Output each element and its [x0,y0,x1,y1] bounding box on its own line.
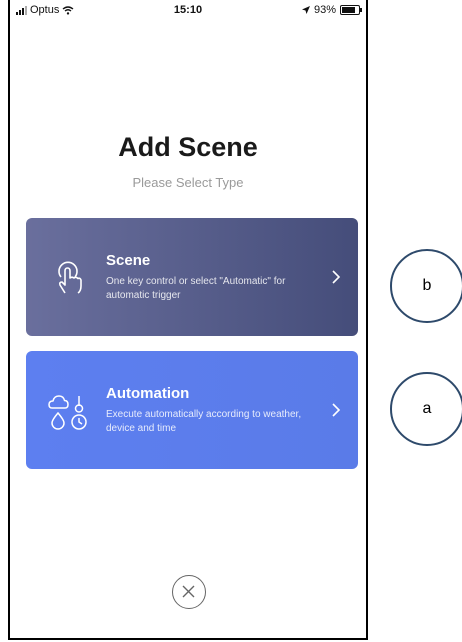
battery-percent: 93% [313,4,336,16]
annotation-label-b: b [422,277,432,294]
annotation-label-a: a [422,400,432,417]
close-icon [182,585,195,598]
automation-card[interactable]: Automation Execute automatically accordi… [26,351,358,469]
battery-icon [340,5,362,15]
hand-tap-icon [58,261,82,294]
automation-card-text: Automation Execute automatically accordi… [106,385,330,436]
close-button[interactable] [172,575,206,609]
status-right: 93% [301,4,362,16]
annotation-callout-b: b [390,249,462,323]
page-title: Add Scene [118,132,258,162]
scene-card-text: Scene One key control or select "Automat… [106,252,330,303]
scene-card[interactable]: Scene One key control or select "Automat… [26,218,358,336]
page-subtitle: Please Select Type [132,175,244,190]
chevron-right-icon [332,270,341,284]
automation-card-description: Execute automatically according to weath… [106,408,302,434]
location-arrow-icon [301,6,310,14]
scene-card-description: One key control or select "Automatic" fo… [106,275,286,301]
status-bar: Optus 15:10 93% [10,0,366,20]
phone-frame: Optus 15:10 93% Add Scene Please Select … [8,0,368,640]
scene-card-title: Scene [106,251,151,269]
automation-card-title: Automation [106,384,190,402]
annotation-callout-a: a [390,372,462,446]
chevron-right-icon [332,403,341,417]
weather-clock-icon [48,395,87,430]
